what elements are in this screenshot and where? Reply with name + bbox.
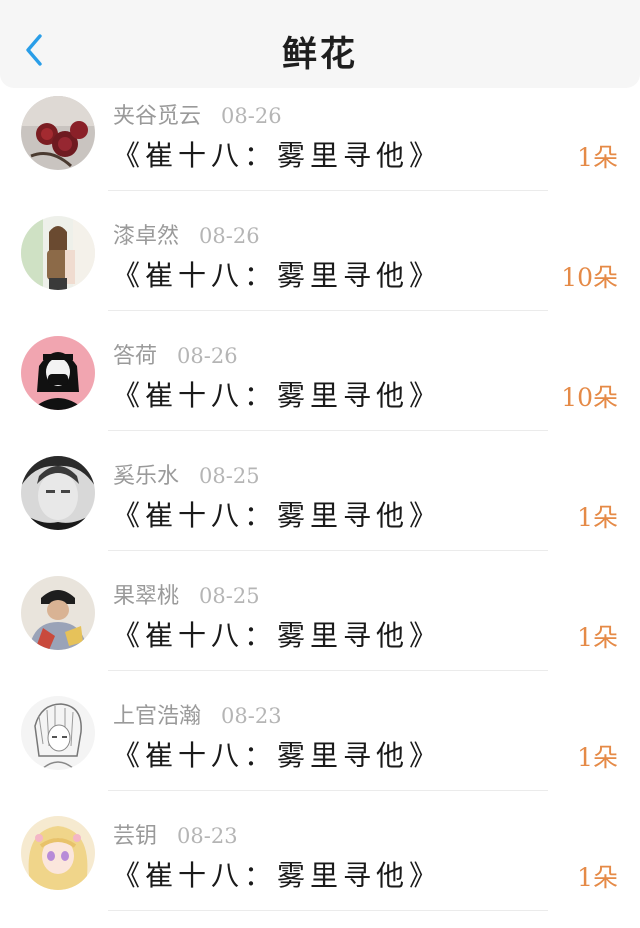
flower-count: 1朵	[577, 143, 618, 172]
book-title[interactable]: 《崔十八：雾里寻他》	[112, 614, 442, 654]
page-title: 鲜花	[281, 34, 358, 75]
list-item[interactable]: 上官浩瀚 08-23 《崔十八：雾里寻他》 1朵	[0, 688, 640, 808]
flower-count: 1朵	[577, 503, 618, 532]
avatar[interactable]	[21, 96, 95, 170]
sender-name: 上官浩瀚	[113, 704, 202, 729]
divider	[108, 430, 548, 431]
divider	[108, 190, 548, 191]
send-date: 08-26	[177, 344, 238, 368]
list-item[interactable]: 芸钥 08-23 《崔十八：雾里寻他》 1朵	[0, 808, 640, 928]
sender-name: 答荷	[113, 344, 158, 369]
sender-meta: 漆卓然 08-26	[113, 218, 260, 250]
list-item[interactable]: 答荷 08-26 《崔十八：雾里寻他》 10朵	[0, 328, 640, 448]
sender-meta: 奚乐水 08-25	[113, 458, 260, 490]
list-item[interactable]: 夹谷觅云 08-26 《崔十八：雾里寻他》 1朵	[0, 88, 640, 208]
list-item[interactable]: 漆卓然 08-26 《崔十八：雾里寻他》 10朵	[0, 208, 640, 328]
list-item[interactable]: 奚乐水 08-25 《崔十八：雾里寻他》 1朵	[0, 448, 640, 568]
divider	[108, 310, 548, 311]
sender-meta: 夹谷觅云 08-26	[113, 98, 282, 130]
book-title[interactable]: 《崔十八：雾里寻他》	[112, 494, 442, 534]
divider	[108, 910, 548, 911]
flower-count: 1朵	[577, 623, 618, 652]
send-date: 08-23	[221, 704, 282, 728]
flower-count: 1朵	[577, 863, 618, 892]
send-date: 08-25	[199, 584, 260, 608]
sender-meta: 上官浩瀚 08-23	[113, 698, 282, 730]
avatar[interactable]	[21, 816, 95, 890]
divider	[108, 670, 548, 671]
sender-name: 夹谷觅云	[113, 104, 202, 129]
header-bar: 鲜花	[0, 0, 640, 88]
sender-name: 果翠桃	[113, 584, 180, 609]
send-date: 08-26	[221, 104, 282, 128]
book-title[interactable]: 《崔十八：雾里寻他》	[112, 254, 442, 294]
send-date: 08-25	[199, 464, 260, 488]
sender-meta: 果翠桃 08-25	[113, 578, 260, 610]
sender-name: 芸钥	[113, 824, 158, 849]
flower-count: 10朵	[561, 263, 618, 292]
send-date: 08-23	[177, 824, 238, 848]
avatar[interactable]	[21, 216, 95, 290]
book-title[interactable]: 《崔十八：雾里寻他》	[112, 734, 442, 774]
book-title[interactable]: 《崔十八：雾里寻他》	[112, 374, 442, 414]
sender-meta: 答荷 08-26	[113, 338, 238, 370]
sender-name: 奚乐水	[113, 464, 180, 489]
avatar[interactable]	[21, 456, 95, 530]
flower-record-list: 夹谷觅云 08-26 《崔十八：雾里寻他》 1朵 漆卓然 08-26 《崔十八：雾里…	[0, 88, 640, 928]
list-item[interactable]: 果翠桃 08-25 《崔十八：雾里寻他》 1朵	[0, 568, 640, 688]
avatar[interactable]	[21, 576, 95, 650]
sender-name: 漆卓然	[113, 224, 180, 249]
flower-count: 1朵	[577, 743, 618, 772]
flower-count: 10朵	[561, 383, 618, 412]
book-title[interactable]: 《崔十八：雾里寻他》	[112, 854, 442, 894]
divider	[108, 550, 548, 551]
send-date: 08-26	[199, 224, 260, 248]
divider	[108, 790, 548, 791]
book-title[interactable]: 《崔十八：雾里寻他》	[112, 134, 442, 174]
avatar[interactable]	[21, 696, 95, 770]
sender-meta: 芸钥 08-23	[113, 818, 238, 850]
avatar[interactable]	[21, 336, 95, 410]
